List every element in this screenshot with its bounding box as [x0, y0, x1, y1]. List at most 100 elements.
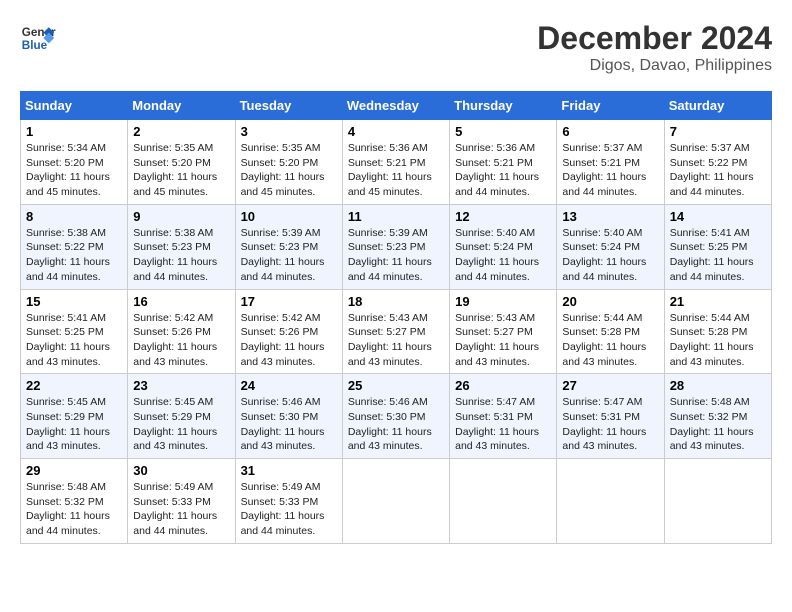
- calendar-cell-31: 31 Sunrise: 5:49 AM Sunset: 5:33 PM Dayli…: [235, 459, 342, 544]
- calendar-cell-7: 7Sunrise: 5:37 AM Sunset: 5:22 PM Daylig…: [664, 120, 771, 205]
- calendar-cell-23: 23 Sunrise: 5:45 AM Sunset: 5:29 PM Dayli…: [128, 374, 235, 459]
- day-number: 12: [455, 209, 551, 224]
- calendar-cell-5: 5Sunrise: 5:36 AM Sunset: 5:21 PM Daylig…: [450, 120, 557, 205]
- day-info: Sunrise: 5:39 AM Sunset: 5:23 PM Dayligh…: [241, 226, 337, 285]
- day-number: 10: [241, 209, 337, 224]
- svg-text:Blue: Blue: [22, 39, 48, 52]
- day-info: Sunrise: 5:47 AM Sunset: 5:31 PM Dayligh…: [562, 395, 658, 454]
- column-header-friday: Friday: [557, 92, 664, 120]
- day-info: Sunrise: 5:45 AM Sunset: 5:29 PM Dayligh…: [133, 395, 229, 454]
- day-number: 19: [455, 294, 551, 309]
- calendar-cell-15: 15Sunrise: 5:41 AM Sunset: 5:25 PM Dayli…: [21, 289, 128, 374]
- logo: General Blue: [20, 20, 56, 56]
- calendar-cell-6: 6 Sunrise: 5:37 AM Sunset: 5:21 PM Daylig…: [557, 120, 664, 205]
- column-header-sunday: Sunday: [21, 92, 128, 120]
- calendar-cell-9: 9 Sunrise: 5:38 AM Sunset: 5:23 PM Daylig…: [128, 204, 235, 289]
- day-info: Sunrise: 5:49 AM Sunset: 5:33 PM Dayligh…: [133, 480, 229, 539]
- day-info: Sunrise: 5:48 AM Sunset: 5:32 PM Dayligh…: [670, 395, 766, 454]
- column-header-wednesday: Wednesday: [342, 92, 449, 120]
- calendar-cell-8: 8 Sunrise: 5:38 AM Sunset: 5:22 PM Daylig…: [21, 204, 128, 289]
- day-number: 29: [26, 463, 122, 478]
- calendar-cell-3: 3 Sunrise: 5:35 AM Sunset: 5:20 PM Daylig…: [235, 120, 342, 205]
- logo-icon: General Blue: [20, 20, 56, 56]
- day-number: 5: [455, 124, 551, 139]
- calendar-cell-16: 16 Sunrise: 5:42 AM Sunset: 5:26 PM Dayli…: [128, 289, 235, 374]
- calendar-body: 1Sunrise: 5:34 AM Sunset: 5:20 PM Daylig…: [21, 120, 772, 544]
- calendar-cell-2: 2 Sunrise: 5:35 AM Sunset: 5:20 PM Daylig…: [128, 120, 235, 205]
- day-number: 31: [241, 463, 337, 478]
- calendar-table: SundayMondayTuesdayWednesdayThursdayFrid…: [20, 91, 772, 544]
- day-info: Sunrise: 5:42 AM Sunset: 5:26 PM Dayligh…: [133, 311, 229, 370]
- calendar-cell-12: 12 Sunrise: 5:40 AM Sunset: 5:24 PM Dayli…: [450, 204, 557, 289]
- week-row-5: 29 Sunrise: 5:48 AM Sunset: 5:32 PM Dayli…: [21, 459, 772, 544]
- day-info: Sunrise: 5:40 AM Sunset: 5:24 PM Dayligh…: [455, 226, 551, 285]
- day-number: 23: [133, 378, 229, 393]
- day-number: 9: [133, 209, 229, 224]
- day-info: Sunrise: 5:49 AM Sunset: 5:33 PM Dayligh…: [241, 480, 337, 539]
- day-info: Sunrise: 5:40 AM Sunset: 5:24 PM Dayligh…: [562, 226, 658, 285]
- calendar-cell-17: 17 Sunrise: 5:42 AM Sunset: 5:26 PM Dayli…: [235, 289, 342, 374]
- calendar-cell-22: 22Sunrise: 5:45 AM Sunset: 5:29 PM Dayli…: [21, 374, 128, 459]
- day-info: Sunrise: 5:38 AM Sunset: 5:23 PM Dayligh…: [133, 226, 229, 285]
- day-info: Sunrise: 5:44 AM Sunset: 5:28 PM Dayligh…: [670, 311, 766, 370]
- day-number: 25: [348, 378, 444, 393]
- day-info: Sunrise: 5:46 AM Sunset: 5:30 PM Dayligh…: [348, 395, 444, 454]
- week-row-4: 22Sunrise: 5:45 AM Sunset: 5:29 PM Dayli…: [21, 374, 772, 459]
- day-number: 11: [348, 209, 444, 224]
- day-number: 3: [241, 124, 337, 139]
- month-year-title: December 2024: [537, 20, 772, 57]
- calendar-cell-25: 25 Sunrise: 5:46 AM Sunset: 5:30 PM Dayli…: [342, 374, 449, 459]
- calendar-cell-20: 20 Sunrise: 5:44 AM Sunset: 5:28 PM Dayli…: [557, 289, 664, 374]
- day-info: Sunrise: 5:38 AM Sunset: 5:22 PM Dayligh…: [26, 226, 122, 285]
- calendar-cell-empty: [664, 459, 771, 544]
- week-row-1: 1Sunrise: 5:34 AM Sunset: 5:20 PM Daylig…: [21, 120, 772, 205]
- day-number: 16: [133, 294, 229, 309]
- day-number: 8: [26, 209, 122, 224]
- day-number: 6: [562, 124, 658, 139]
- calendar-cell-empty: [450, 459, 557, 544]
- column-header-monday: Monday: [128, 92, 235, 120]
- day-info: Sunrise: 5:35 AM Sunset: 5:20 PM Dayligh…: [133, 141, 229, 200]
- calendar-cell-27: 27Sunrise: 5:47 AM Sunset: 5:31 PM Dayli…: [557, 374, 664, 459]
- title-area: December 2024 Digos, Davao, Philippines: [537, 20, 772, 75]
- calendar-cell-13: 13Sunrise: 5:40 AM Sunset: 5:24 PM Dayli…: [557, 204, 664, 289]
- calendar-cell-1: 1Sunrise: 5:34 AM Sunset: 5:20 PM Daylig…: [21, 120, 128, 205]
- calendar-header-row: SundayMondayTuesdayWednesdayThursdayFrid…: [21, 92, 772, 120]
- calendar-cell-29: 29 Sunrise: 5:48 AM Sunset: 5:32 PM Dayli…: [21, 459, 128, 544]
- day-number: 4: [348, 124, 444, 139]
- page-header: General Blue December 2024 Digos, Davao,…: [20, 20, 772, 75]
- week-row-3: 15Sunrise: 5:41 AM Sunset: 5:25 PM Dayli…: [21, 289, 772, 374]
- day-number: 24: [241, 378, 337, 393]
- day-info: Sunrise: 5:43 AM Sunset: 5:27 PM Dayligh…: [348, 311, 444, 370]
- day-number: 7: [670, 124, 766, 139]
- day-number: 17: [241, 294, 337, 309]
- day-number: 2: [133, 124, 229, 139]
- calendar-cell-4: 4 Sunrise: 5:36 AM Sunset: 5:21 PM Daylig…: [342, 120, 449, 205]
- day-number: 21: [670, 294, 766, 309]
- day-info: Sunrise: 5:42 AM Sunset: 5:26 PM Dayligh…: [241, 311, 337, 370]
- day-number: 14: [670, 209, 766, 224]
- day-number: 20: [562, 294, 658, 309]
- calendar-cell-24: 24 Sunrise: 5:46 AM Sunset: 5:30 PM Dayli…: [235, 374, 342, 459]
- calendar-cell-21: 21 Sunrise: 5:44 AM Sunset: 5:28 PM Dayli…: [664, 289, 771, 374]
- calendar-cell-26: 26Sunrise: 5:47 AM Sunset: 5:31 PM Dayli…: [450, 374, 557, 459]
- day-info: Sunrise: 5:48 AM Sunset: 5:32 PM Dayligh…: [26, 480, 122, 539]
- day-info: Sunrise: 5:43 AM Sunset: 5:27 PM Dayligh…: [455, 311, 551, 370]
- week-row-2: 8 Sunrise: 5:38 AM Sunset: 5:22 PM Daylig…: [21, 204, 772, 289]
- day-info: Sunrise: 5:46 AM Sunset: 5:30 PM Dayligh…: [241, 395, 337, 454]
- calendar-cell-19: 19 Sunrise: 5:43 AM Sunset: 5:27 PM Dayli…: [450, 289, 557, 374]
- calendar-cell-empty: [342, 459, 449, 544]
- day-info: Sunrise: 5:35 AM Sunset: 5:20 PM Dayligh…: [241, 141, 337, 200]
- calendar-cell-28: 28Sunrise: 5:48 AM Sunset: 5:32 PM Dayli…: [664, 374, 771, 459]
- day-info: Sunrise: 5:36 AM Sunset: 5:21 PM Dayligh…: [348, 141, 444, 200]
- day-info: Sunrise: 5:37 AM Sunset: 5:21 PM Dayligh…: [562, 141, 658, 200]
- column-header-thursday: Thursday: [450, 92, 557, 120]
- calendar-cell-14: 14 Sunrise: 5:41 AM Sunset: 5:25 PM Dayli…: [664, 204, 771, 289]
- day-info: Sunrise: 5:47 AM Sunset: 5:31 PM Dayligh…: [455, 395, 551, 454]
- calendar-cell-empty: [557, 459, 664, 544]
- day-info: Sunrise: 5:41 AM Sunset: 5:25 PM Dayligh…: [670, 226, 766, 285]
- day-info: Sunrise: 5:41 AM Sunset: 5:25 PM Dayligh…: [26, 311, 122, 370]
- day-info: Sunrise: 5:44 AM Sunset: 5:28 PM Dayligh…: [562, 311, 658, 370]
- day-info: Sunrise: 5:39 AM Sunset: 5:23 PM Dayligh…: [348, 226, 444, 285]
- day-info: Sunrise: 5:34 AM Sunset: 5:20 PM Dayligh…: [26, 141, 122, 200]
